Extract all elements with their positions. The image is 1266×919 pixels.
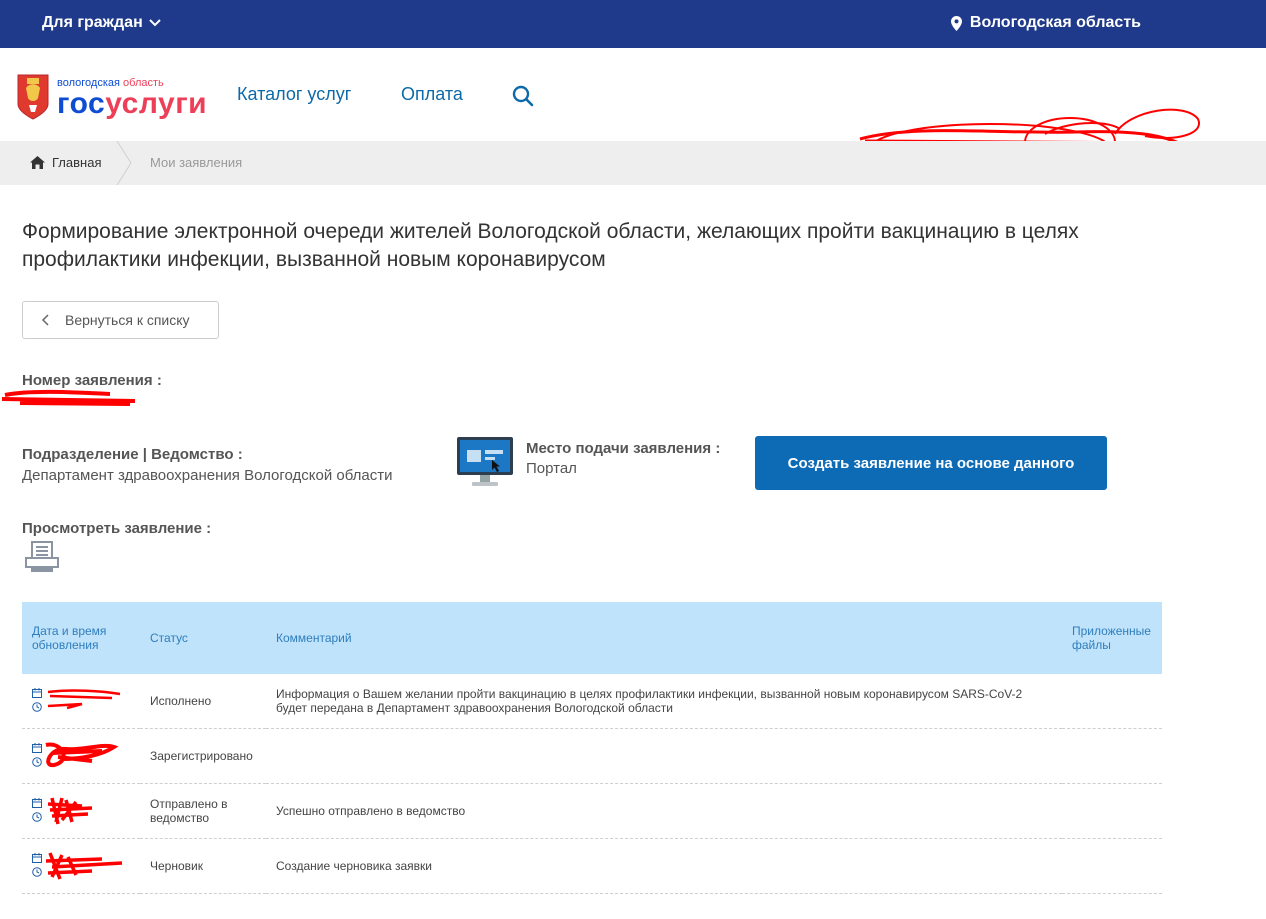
row-datetime [22, 838, 140, 894]
page-title: Формирование электронной очереди жителей… [22, 220, 1079, 271]
department-block: Подразделение | Ведомство : Департамент … [22, 446, 392, 484]
row-comment [266, 728, 1062, 784]
status-history-table: Дата и время обновления Статус Комментар… [22, 602, 1162, 894]
create-based-on-this-button[interactable]: Создать заявление на основе данного [755, 436, 1107, 490]
table-row: Исполнено Информация о Вашем желании про… [22, 674, 1162, 729]
row-comment: Создание черновика заявки [266, 838, 1062, 894]
nav-payment-link[interactable]: Оплата [401, 84, 463, 105]
row-status: Зарегистрировано [140, 728, 266, 784]
breadcrumb-current: Мои заявления [150, 155, 243, 170]
submission-place-block: Место подачи заявления : Портал [526, 440, 720, 477]
department-label: Подразделение | Ведомство : [22, 446, 243, 463]
redacted-datetime [45, 742, 119, 768]
region-label: Вологодская область [969, 14, 1141, 31]
search-button[interactable] [511, 84, 535, 113]
chevron-left-icon [41, 314, 49, 326]
coat-of-arms-icon [17, 74, 49, 120]
gosuslugi-logo[interactable]: вологодская область госуслуги [17, 74, 207, 120]
table-row: Отправлено в ведомство Успешно отправлен… [22, 783, 1162, 839]
row-datetime [22, 674, 140, 729]
breadcrumb-home[interactable]: Главная [30, 155, 101, 170]
top-bar: Для граждан Вологодская область [0, 0, 1266, 48]
row-files [1062, 838, 1162, 894]
back-button-label: Вернуться к списку [65, 312, 190, 328]
redacted-datetime [47, 689, 121, 710]
redacted-datetime [45, 852, 122, 880]
back-to-list-button[interactable]: Вернуться к списку [22, 301, 219, 339]
row-status: Черновик [140, 838, 266, 894]
row-status: Отправлено в ведомство [140, 783, 266, 839]
column-header-status: Статус [150, 631, 188, 645]
row-files [1062, 783, 1162, 839]
column-header-comment: Комментарий [276, 631, 352, 645]
redacted-application-number [1, 389, 136, 406]
redacted-datetime [47, 797, 93, 825]
region-selector[interactable]: Вологодская область [950, 14, 1141, 32]
audience-dropdown[interactable]: Для граждан [42, 14, 161, 32]
view-application-label: Просмотреть заявление : [22, 520, 212, 537]
logo-text-gos: гос [57, 87, 106, 120]
row-comment: Информация о Вашем желании пройти вакцин… [266, 674, 1062, 729]
breadcrumb: Главная Мои заявления [0, 141, 1266, 185]
row-datetime [22, 783, 140, 839]
print-icon[interactable] [25, 541, 59, 573]
location-pin-icon [950, 15, 962, 31]
department-value: Департамент здравоохранения Вологодской … [22, 467, 393, 484]
chevron-down-icon [149, 19, 161, 27]
row-files [1062, 674, 1162, 729]
table-row: Черновик Создание черновика заявки [22, 838, 1162, 894]
breadcrumb-separator [116, 141, 132, 185]
audience-label: Для граждан [42, 14, 143, 31]
monitor-icon [457, 437, 513, 486]
table-row: Зарегистрировано [22, 728, 1162, 784]
submission-place-label: Место подачи заявления : [526, 440, 721, 457]
column-header-date: Дата и время обновления [32, 624, 107, 652]
row-status: Исполнено [140, 674, 266, 729]
home-icon [30, 156, 45, 169]
column-header-files: Приложенные файлы [1072, 624, 1151, 652]
row-datetime [22, 728, 140, 784]
row-comment: Успешно отправлено в ведомство [266, 783, 1062, 839]
logo-text-uslugi: услуги [105, 87, 208, 120]
row-files [1062, 728, 1162, 784]
breadcrumb-home-label: Главная [52, 155, 102, 170]
nav-catalog-link[interactable]: Каталог услуг [237, 84, 351, 105]
submission-place-value: Портал [526, 460, 577, 477]
site-header: вологодская область госуслуги Каталог ус… [0, 48, 1266, 175]
table-header-row: Дата и время обновления Статус Комментар… [22, 602, 1162, 674]
search-icon [512, 85, 534, 107]
